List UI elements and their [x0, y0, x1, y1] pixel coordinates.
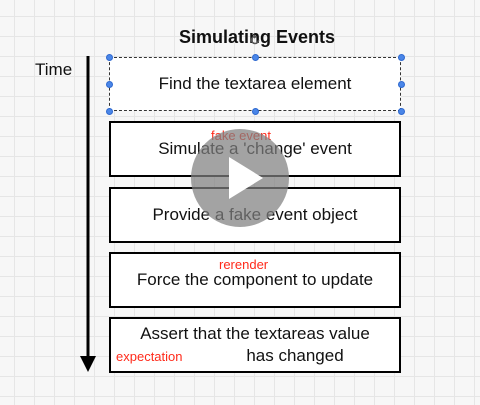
step-label: Force the component to update — [136, 270, 374, 289]
selection-handle[interactable] — [252, 108, 259, 115]
annotation-rerender: rerender — [219, 257, 269, 272]
timeline-arrow — [80, 56, 96, 372]
selection-handle[interactable] — [106, 81, 113, 88]
selection-handle[interactable] — [106, 108, 113, 115]
step-box-assert-changed[interactable]: Assert that the textareas value has chan… — [109, 317, 401, 373]
selection-handle[interactable] — [398, 81, 405, 88]
selection-handle[interactable] — [252, 54, 259, 61]
annotation-expectation: expectation — [116, 349, 183, 364]
time-label: Time — [35, 60, 73, 79]
play-button[interactable] — [191, 129, 289, 227]
selection-handle[interactable] — [398, 108, 405, 115]
rotate-icon[interactable] — [249, 34, 261, 46]
play-icon — [229, 157, 263, 199]
step-label: Find the textarea element — [158, 74, 352, 93]
step-label-line1: Assert that the textareas value — [140, 324, 370, 343]
step-box-find-textarea[interactable]: Find the textarea element — [109, 57, 401, 111]
selection-handle[interactable] — [398, 54, 405, 61]
selection-handle[interactable] — [106, 54, 113, 61]
